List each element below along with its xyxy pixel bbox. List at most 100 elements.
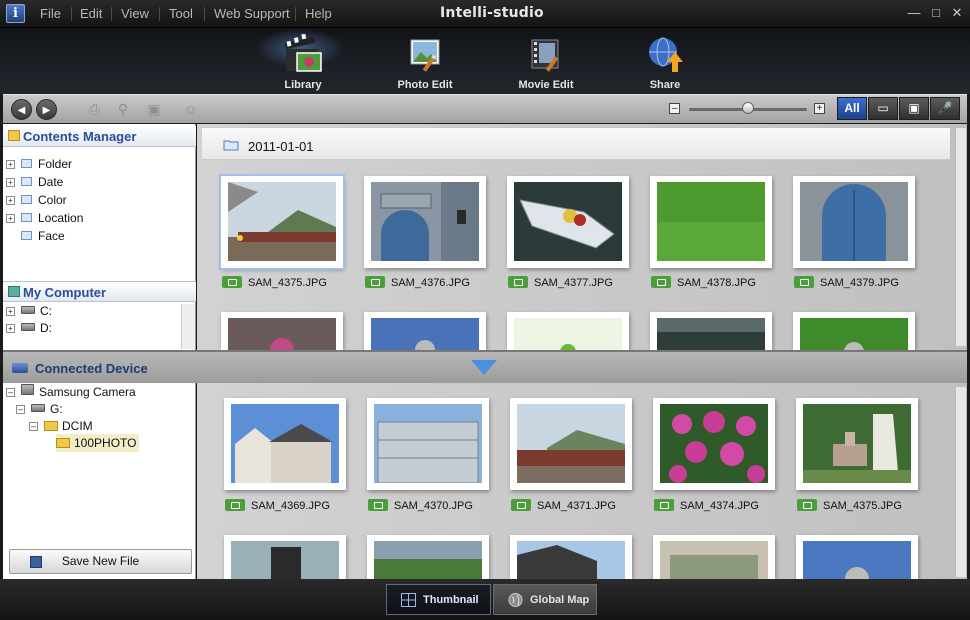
my-computer-title: My Computer [23,285,107,300]
photo-thumbnail[interactable] [224,398,346,490]
filter-all-button[interactable]: All [837,97,867,120]
file-label: SAM_4369.JPG [225,499,330,512]
folder-icon [8,130,20,141]
photo-thumbnail[interactable] [650,312,772,350]
tree-item-drive-g[interactable]: – G: [16,400,63,418]
photo-thumbnail[interactable] [796,535,918,579]
tree-item-color[interactable]: + Color [6,191,67,209]
print-icon[interactable]: ⎙ [86,101,102,117]
folder-open-icon [56,438,70,448]
photo-thumbnail[interactable] [224,535,346,579]
menu-view[interactable]: View [121,6,149,21]
photo-thumbnail[interactable] [221,312,343,350]
tree-item-dcim[interactable]: – DCIM [29,417,93,435]
close-icon[interactable]: ✕ [949,5,965,21]
tree-item-location[interactable]: + Location [6,209,83,227]
collapse-icon[interactable]: – [6,388,15,397]
menu-web-support[interactable]: Web Support [214,6,290,21]
tree-item-folder[interactable]: + Folder [6,155,72,173]
face-icon[interactable]: ☺ [183,101,199,117]
video-filter-icon[interactable]: ▭ [868,97,898,120]
photo-thumbnail[interactable] [364,176,486,268]
save-icon [30,556,42,568]
zoom-in-button[interactable]: + [814,103,825,114]
expand-icon[interactable]: + [6,178,15,187]
zoom-out-button[interactable]: – [669,103,680,114]
photo-thumbnail[interactable] [796,398,918,490]
photo-filter-icon[interactable]: ▣ [899,97,929,120]
photo-thumbnail[interactable] [364,312,486,350]
mode-label: Library [284,79,322,91]
usb-device-icon [12,363,28,373]
collapse-icon[interactable]: – [29,422,38,431]
photo-thumbnail[interactable] [793,176,915,268]
thumbnail-view-button[interactable]: Thumbnail [386,584,491,615]
expand-icon[interactable]: + [6,214,15,223]
photo-image [514,318,622,350]
photo-thumbnail[interactable] [367,398,489,490]
file-label: SAM_4370.JPG [368,499,473,512]
file-label: SAM_4374.JPG [654,499,759,512]
photo-thumbnail[interactable] [510,398,632,490]
tree-item-date[interactable]: + Date [6,173,63,191]
photo-thumbnail[interactable] [650,176,772,268]
category-icon [21,231,32,240]
device-scrollbar[interactable] [955,387,966,577]
library-scrollbar[interactable] [955,128,966,346]
mode-photo-edit[interactable]: Photo Edit [375,30,475,92]
tree-item-drive-c[interactable]: + C: [6,302,52,320]
contents-manager-title: Contents Manager [23,129,137,144]
collapse-icon[interactable]: – [16,405,25,414]
photo-thumbnail[interactable] [367,535,489,579]
photo-thumbnail[interactable] [510,535,632,579]
photo-thumbnail[interactable] [219,174,345,270]
zoom-slider-knob[interactable] [742,102,754,114]
movie-edit-icon [531,39,559,72]
camera-icon [651,276,671,288]
photo-thumbnail[interactable] [653,535,775,579]
photo-image [517,541,625,579]
tree-item-camera[interactable]: – Samsung Camera [6,383,136,401]
device-thumbnail-area: SAM_4369.JPG SAM_4370.JPG SAM_4371.JPG S… [197,383,967,579]
computer-icon [8,286,20,297]
toolbar: ◀ ▶ ⎙ ⚲ ▣ ☺ – + All ▭ ▣ 🎤 [3,94,967,123]
tree-item-face[interactable]: Face [21,227,65,245]
collapse-arrow-icon[interactable] [471,360,497,375]
file-label: SAM_4377.JPG [508,276,613,289]
search-icon[interactable]: ⚲ [115,101,131,117]
mode-share[interactable]: Share [615,30,715,92]
mode-movie-edit[interactable]: Movie Edit [496,30,596,92]
photo-thumbnail[interactable] [507,312,629,350]
menu-file[interactable]: File [40,6,61,21]
mode-library[interactable]: Library [253,30,353,92]
tree-item-drive-d[interactable]: + D: [6,319,52,337]
my-computer-scrollbar[interactable] [181,304,195,349]
expand-icon[interactable]: + [6,160,15,169]
photo-thumbnail[interactable] [793,312,915,350]
add-image-icon[interactable]: ▣ [146,101,162,117]
global-map-view-button[interactable]: Global Map [493,584,597,615]
save-new-file-button[interactable]: Save New File [9,549,192,574]
my-computer-header: My Computer [3,281,196,302]
drive-icon [31,404,45,412]
camera-icon [368,499,388,511]
file-label: SAM_4375.JPG [797,499,902,512]
minimize-icon[interactable]: — [906,5,922,21]
forward-button[interactable]: ▶ [36,99,57,120]
maximize-icon[interactable]: □ [928,5,944,21]
photo-image [517,404,625,483]
expand-icon[interactable]: + [6,196,15,205]
expand-icon[interactable]: + [6,307,15,316]
photo-image [803,541,911,579]
back-button[interactable]: ◀ [11,99,32,120]
audio-filter-icon[interactable]: 🎤 [930,97,960,120]
menu-tool[interactable]: Tool [169,6,193,21]
photo-thumbnail[interactable] [653,398,775,490]
menu-help[interactable]: Help [305,6,332,21]
folder-title: 2011-01-01 [248,139,314,154]
menu-edit[interactable]: Edit [80,6,102,21]
photo-thumbnail[interactable] [507,176,629,268]
tree-item-100photo[interactable]: 100PHOTO [56,434,140,452]
expand-icon[interactable]: + [6,324,15,333]
camera-icon [508,276,528,288]
